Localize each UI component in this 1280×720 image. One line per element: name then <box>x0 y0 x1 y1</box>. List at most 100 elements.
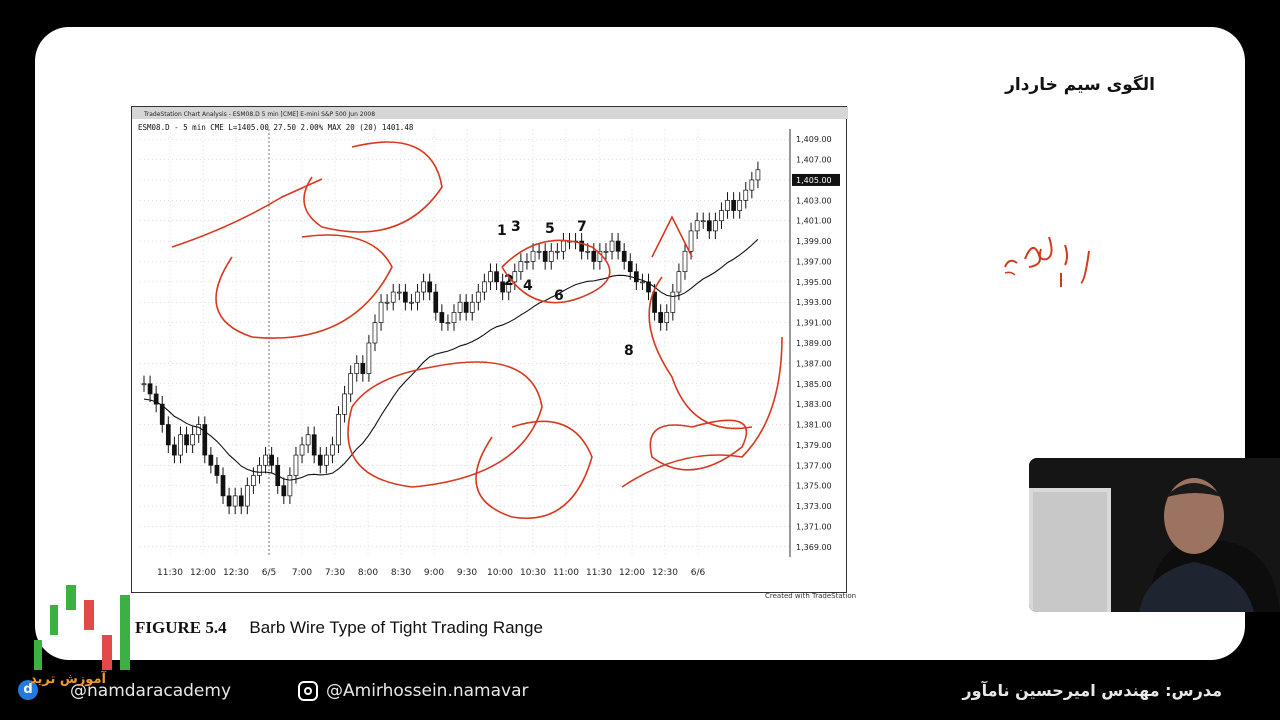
pattern-point-label: 5 <box>545 221 555 237</box>
candle-body <box>147 383 153 395</box>
candle-body <box>433 291 439 313</box>
window-title: TradeStation Chart Analysis - ESM08.D 5 … <box>143 111 375 118</box>
x-tick-label: 8:00 <box>358 568 378 578</box>
candle-body <box>591 250 597 262</box>
candle-body <box>634 271 639 283</box>
candle-body <box>251 475 256 487</box>
candle-body <box>299 444 305 456</box>
pattern-point-label: 3 <box>511 219 521 235</box>
x-tick-label: 11:00 <box>553 568 579 578</box>
pattern-point-label: 7 <box>577 219 587 235</box>
candle-body <box>396 291 402 294</box>
instructor-credit: مدرس: مهندس امیرحسین نامآور <box>962 681 1222 700</box>
candle-body <box>682 250 688 273</box>
y-tick-label: 1,393.00 <box>796 298 832 307</box>
candle-body <box>755 169 761 181</box>
pattern-point-label: 4 <box>523 278 533 294</box>
candle-body <box>196 424 202 436</box>
candle-body <box>214 464 220 476</box>
candle-body <box>220 475 226 497</box>
y-tick-label: 1,381.00 <box>796 421 832 430</box>
price-flag-label: 1,405.00 <box>796 176 832 185</box>
hand-drawn-annotation <box>621 336 783 488</box>
candle-body <box>585 250 591 253</box>
candle-body <box>445 322 451 324</box>
y-tick-label: 1,403.00 <box>796 196 832 205</box>
candle-body <box>664 312 670 323</box>
chart-info-line: ESM08.D - 5 min CME L=1405.00 27.50 2.00… <box>138 123 414 132</box>
candle-body <box>609 240 615 252</box>
candle-body <box>178 434 183 456</box>
hand-drawn-annotation <box>475 420 593 519</box>
candle-body <box>421 281 426 293</box>
y-tick-label: 1,385.00 <box>796 380 832 389</box>
candle-body <box>706 220 712 232</box>
y-tick-label: 1,391.00 <box>796 319 832 328</box>
candle-body <box>621 250 627 262</box>
candle-body <box>603 250 609 253</box>
x-tick-label: 8:30 <box>391 568 411 578</box>
candle-body <box>360 363 366 374</box>
pattern-point-label: 8 <box>624 343 634 359</box>
created-with-label: Created with TradeStation <box>765 592 857 600</box>
figure-caption-text: Barb Wire Type of Tight Trading Range <box>249 618 543 637</box>
candle-body <box>427 281 433 293</box>
y-tick-label: 1,377.00 <box>796 461 832 470</box>
candle-body <box>713 220 718 232</box>
x-tick-label: 10:30 <box>520 568 546 578</box>
candle-body <box>226 495 232 507</box>
y-tick-label: 1,369.00 <box>796 543 832 552</box>
candle-body <box>208 454 214 466</box>
candle-body <box>737 199 743 211</box>
candle-body <box>354 363 360 374</box>
candle-body <box>719 210 724 222</box>
x-tick-label: 6/5 <box>262 568 276 578</box>
candle-body <box>451 312 457 323</box>
candle-body <box>731 199 736 211</box>
instagram-icon <box>298 681 318 701</box>
candle-body <box>244 485 250 507</box>
candle-body <box>238 495 244 507</box>
candle-body <box>536 250 542 253</box>
candle-body <box>615 240 621 252</box>
x-tick-label: 12:00 <box>190 568 216 578</box>
candle-body <box>172 444 177 456</box>
instagram-handle: @Amirhossein.namavar <box>326 681 529 701</box>
instagram-link[interactable]: @Amirhossein.namavar <box>298 681 529 701</box>
candle-body <box>384 301 390 304</box>
candle-body <box>439 312 445 323</box>
candle-body <box>165 424 171 446</box>
candle-body <box>676 271 682 293</box>
candles-logo-icon <box>34 585 130 670</box>
y-tick-label: 1,399.00 <box>796 237 832 246</box>
candle-body <box>743 189 749 201</box>
pattern-point-label: 1 <box>497 223 507 239</box>
chart-image: TradeStation Chart Analysis - ESM08.D 5 … <box>131 106 848 593</box>
candle-body <box>257 464 262 476</box>
y-tick-label: 1,379.00 <box>796 441 832 450</box>
candle-body <box>184 434 189 446</box>
candle-body <box>640 281 645 284</box>
handwritten-note-drawing <box>1004 236 1090 287</box>
x-tick-label: 12:30 <box>223 568 249 578</box>
candle-body <box>457 301 463 313</box>
candle-body <box>482 281 487 293</box>
candle-body <box>469 301 475 313</box>
candle-body <box>190 434 195 446</box>
candle-body <box>725 199 730 211</box>
webcam-feed <box>1029 458 1280 612</box>
candle-body <box>202 424 208 456</box>
candle-body <box>311 434 317 456</box>
candle-body <box>342 393 347 415</box>
x-tick-label: 12:30 <box>652 568 678 578</box>
candle-body <box>749 179 755 191</box>
y-tick-label: 1,373.00 <box>796 502 832 511</box>
candle-body <box>494 271 499 283</box>
y-tick-label: 1,401.00 <box>796 217 832 226</box>
candle-body <box>324 454 329 466</box>
candle-body <box>409 301 414 304</box>
y-tick-label: 1,407.00 <box>796 156 832 165</box>
candle-body <box>232 495 238 507</box>
x-tick-label: 11:30 <box>586 568 612 578</box>
candle-body <box>530 250 536 262</box>
